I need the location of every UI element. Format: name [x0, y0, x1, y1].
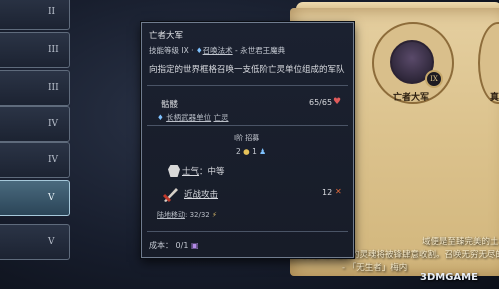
- tier-tab-3[interactable]: III: [0, 70, 70, 106]
- game-screen: II III III IV IV V V IX 亡者大军 真 域便是至臻完美的土…: [0, 0, 499, 289]
- morale-skull-icon: [168, 165, 180, 177]
- gold-stat: 2: [236, 147, 241, 156]
- attack-value: 12: [322, 188, 333, 197]
- parchment-unit-name: 亡者大军: [393, 93, 430, 103]
- crossed-swords-icon: ✕: [335, 187, 342, 196]
- spell-school-link[interactable]: 召唤法术: [203, 46, 233, 55]
- skill-level-text: 技能等级 IX ·: [149, 46, 196, 55]
- unit-hp: 65/65: [309, 98, 333, 107]
- melee-attack-icon: [162, 188, 178, 203]
- cost-line: 成本： 0/1 ▣: [149, 240, 199, 251]
- watermark: 3DMGAME: [420, 272, 478, 283]
- tier-tab-7[interactable]: V: [0, 224, 70, 260]
- blue-stat: 1: [252, 147, 257, 156]
- unit-tier: I阶 招募: [234, 134, 260, 142]
- movement-line: 陆地移动: 32/32 ⚡: [157, 210, 217, 220]
- tier-tab-5[interactable]: IV: [0, 142, 70, 178]
- spell-description: 向指定的世界框格召唤一支低阶亡灵单位组成的军队: [149, 65, 345, 75]
- tier-list: II III III IV IV V V: [0, 0, 72, 289]
- divider: [147, 125, 348, 126]
- spell-tooltip: 亡者大军 技能等级 IX · ♦召唤法术 - 永世君王魔典 向指定的世界框格召唤…: [141, 22, 354, 258]
- land-movement-link[interactable]: 陆地移动: [157, 211, 185, 219]
- morale-line: 士气：中等: [182, 165, 225, 177]
- morale-value: ：中等: [199, 167, 225, 177]
- morale-link[interactable]: 士气: [182, 167, 199, 177]
- gold-icon: ●: [243, 147, 250, 156]
- cost-text: 成本： 0/1: [149, 241, 189, 250]
- spell-meta: 技能等级 IX · ♦召唤法术 - 永世君王魔典: [149, 45, 285, 56]
- unit-name: 骷髅: [161, 100, 179, 110]
- tier-tab-1[interactable]: II: [0, 0, 70, 30]
- divider: [147, 85, 348, 86]
- parchment-unit-name-cut: 真: [490, 93, 499, 103]
- tier-tab-4[interactable]: IV: [0, 106, 70, 142]
- tier-label: II: [48, 7, 56, 17]
- tier-label: III: [48, 45, 59, 55]
- melee-attack-link[interactable]: 近战攻击: [184, 188, 218, 200]
- undead-type-link[interactable]: 亡灵: [214, 113, 229, 122]
- spell-book-text: - 永世君王魔典: [232, 46, 286, 55]
- spell-title: 亡者大军: [149, 31, 184, 41]
- gem-icon: ♦: [195, 46, 203, 55]
- tier-label: V: [48, 237, 55, 247]
- heart-icon: ♥: [333, 97, 342, 107]
- tier-label: V: [48, 193, 55, 203]
- unit-type-line: ♦ 长柄武器单位 亡灵: [157, 112, 229, 123]
- tier-label: IV: [48, 155, 59, 165]
- movement-value: : 32/32: [185, 211, 210, 219]
- tier-label: III: [48, 83, 59, 93]
- boot-icon: ⚡: [212, 211, 217, 219]
- polearm-icon: ♦: [157, 113, 164, 122]
- tier-label: IV: [48, 119, 59, 129]
- weapon-type-link[interactable]: 长柄武器单位: [166, 113, 211, 122]
- tier-tab-2[interactable]: III: [0, 32, 70, 68]
- unit-stats: 2 ● 1 ♟: [236, 147, 266, 156]
- mana-icon: ▣: [190, 241, 199, 250]
- tier-tab-6-selected[interactable]: V: [0, 180, 70, 216]
- skill-level-badge: IX: [425, 70, 443, 88]
- divider: [147, 231, 348, 232]
- blue-unit-icon: ♟: [259, 147, 267, 156]
